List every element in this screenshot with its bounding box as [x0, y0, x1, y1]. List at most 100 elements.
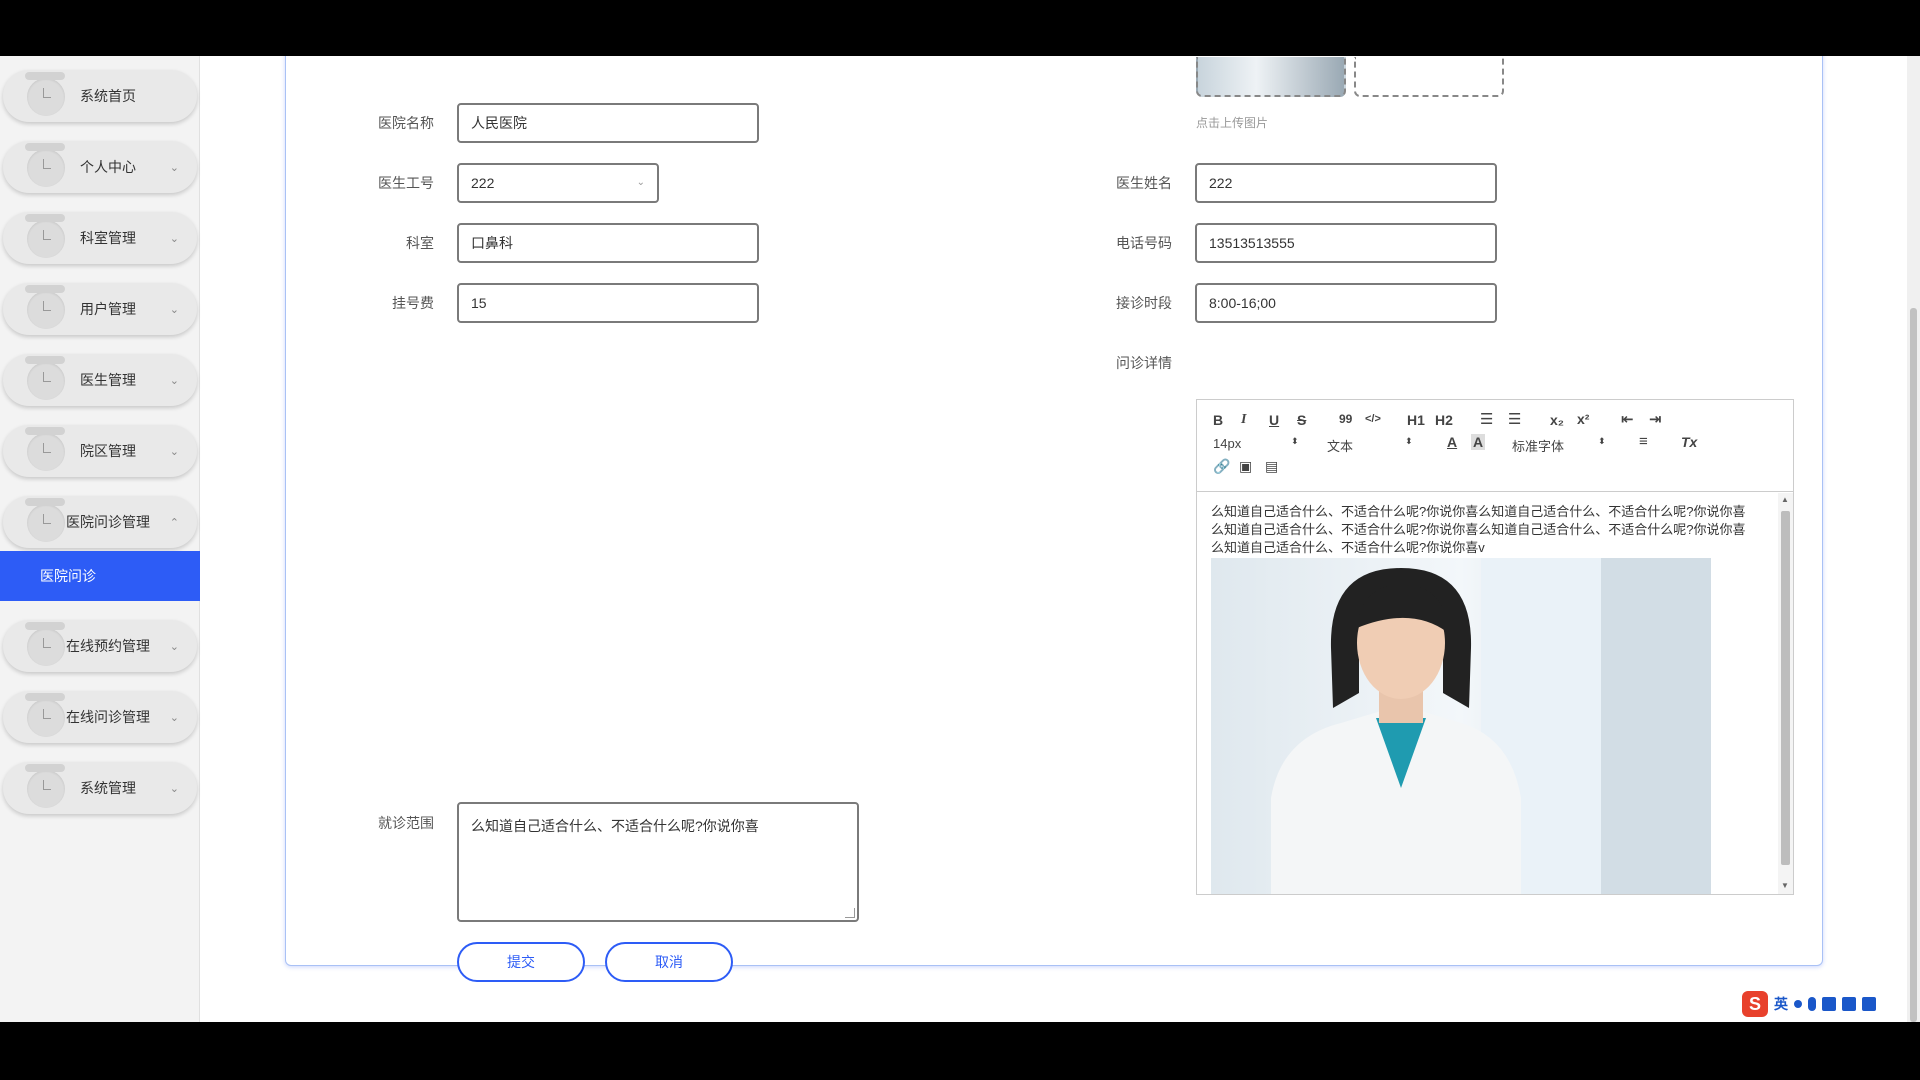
sidebar-item-label: 系统首页	[80, 88, 136, 104]
bullet-list-icon[interactable]: ☰	[1508, 410, 1521, 428]
submit-button[interactable]: 提交	[457, 942, 585, 982]
resize-handle[interactable]	[845, 908, 855, 918]
bold-button[interactable]: B	[1213, 412, 1223, 428]
scroll-up-icon[interactable]: ▲	[1781, 495, 1789, 504]
department-input[interactable]: 口鼻科	[457, 223, 759, 263]
sidebar-item-home[interactable]: 系统首页	[3, 70, 197, 122]
doctor-photo	[1211, 558, 1711, 894]
doctor-photo-illustration	[1211, 558, 1711, 894]
sidebar-item-hospital-consult[interactable]: 医院问诊管理 ⌃	[3, 496, 197, 548]
sidebar-item-label: 系统管理	[80, 780, 136, 796]
select-arrows-icon: ⬍	[1405, 436, 1413, 446]
sogou-ime-icon[interactable]: S	[1742, 991, 1768, 1017]
sidebar-item-label: 医生管理	[80, 372, 136, 388]
page-scrollbar[interactable]	[1907, 56, 1920, 1022]
sidebar-item-system[interactable]: 系统管理 ⌄	[3, 762, 197, 814]
phone-input[interactable]: 13513513555	[1195, 223, 1497, 263]
sidebar-subitem-hospital-consult[interactable]: 医院问诊	[0, 551, 200, 601]
sidebar-item-personal[interactable]: 个人中心 ⌄	[3, 141, 197, 193]
scrollbar-thumb[interactable]	[1781, 511, 1790, 865]
image-icon[interactable]: ▣	[1239, 458, 1252, 475]
ime-language-toggle[interactable]: 英	[1774, 994, 1788, 1014]
skin-icon[interactable]	[1842, 997, 1856, 1011]
ime-toolbar[interactable]: S 英	[1742, 990, 1876, 1018]
microphone-icon[interactable]	[1808, 997, 1816, 1011]
upload-hint[interactable]: 点击上传图片	[1196, 114, 1268, 131]
block-type-select[interactable]: 文本 ⬍	[1327, 436, 1413, 455]
chevron-down-icon: ⌄	[169, 303, 179, 316]
upload-box[interactable]	[1354, 57, 1504, 97]
doctor-id-label: 医生工号	[378, 175, 434, 191]
italic-button[interactable]: I	[1241, 412, 1246, 428]
form-card: 点击上传图片 医院名称 人民医院 医生工号 222 ⌄ 医生姓名 222 科室 …	[285, 56, 1823, 982]
quote-button[interactable]: 99	[1339, 412, 1352, 426]
font-family-select[interactable]: 标准字体 ⬍	[1512, 436, 1606, 455]
app-screen: 系统首页 个人中心 ⌄ 科室管理 ⌄ 用户管理 ⌄ 医生管理 ⌄ 院区管理 ⌄	[0, 56, 1920, 1022]
font-family-value: 标准字体	[1512, 439, 1565, 454]
chevron-down-icon: ⌄	[169, 161, 179, 174]
hospital-name-input[interactable]: 人民医院	[457, 103, 759, 143]
video-icon[interactable]: ▤	[1265, 458, 1278, 475]
select-arrows-icon: ⬍	[1291, 436, 1299, 446]
sidebar: 系统首页 个人中心 ⌄ 科室管理 ⌄ 用户管理 ⌄ 医生管理 ⌄ 院区管理 ⌄	[0, 56, 200, 1022]
toolbox-icon[interactable]	[1862, 997, 1876, 1011]
scope-label: 就诊范围	[378, 815, 434, 831]
editor-scrollbar[interactable]: ▲ ▼	[1778, 493, 1793, 894]
rich-text-editor: B I U S 99 </> H1 H2 ☰ ☰ x₂ x² ⇤ ⇥ 14px …	[1196, 399, 1794, 895]
superscript-button[interactable]: x²	[1577, 411, 1589, 427]
font-color-icon[interactable]: A	[1447, 434, 1457, 450]
doctor-id-select[interactable]: 222 ⌄	[457, 163, 659, 203]
sidebar-item-department[interactable]: 科室管理 ⌄	[3, 212, 197, 264]
chevron-down-icon: ⌄	[169, 711, 179, 724]
h2-button[interactable]: H2	[1435, 412, 1453, 428]
hospital-name-label: 医院名称	[378, 115, 434, 131]
doctor-id-value: 222	[471, 175, 495, 191]
sidebar-item-label: 院区管理	[80, 443, 136, 459]
chevron-down-icon: ⌄	[636, 177, 645, 188]
uploaded-image-thumbnail[interactable]	[1196, 57, 1346, 97]
background-color-icon[interactable]: A	[1471, 434, 1486, 450]
scrollbar-thumb[interactable]	[1910, 308, 1917, 1022]
editor-text: 么知道自己适合什么、不适合什么呢?你说你喜么知道自己适合什么、不适合什么呢?你说…	[1211, 504, 1746, 555]
punctuation-icon[interactable]	[1794, 1000, 1802, 1008]
strike-button[interactable]: S	[1297, 412, 1306, 428]
indent-icon[interactable]: ⇥	[1649, 410, 1662, 428]
keyboard-icon[interactable]	[1822, 997, 1836, 1011]
align-icon[interactable]: ≡	[1639, 433, 1648, 450]
hours-input[interactable]: 8:00-16;00	[1195, 283, 1497, 323]
details-label: 问诊详情	[1116, 355, 1172, 371]
sidebar-item-online-booking[interactable]: 在线预约管理 ⌄	[3, 620, 197, 672]
doctor-name-label: 医生姓名	[1116, 175, 1172, 191]
clear-format-button[interactable]: Tx	[1681, 434, 1697, 450]
font-size-select[interactable]: 14px ⬍	[1213, 436, 1299, 451]
underline-button[interactable]: U	[1269, 412, 1279, 428]
phone-label: 电话号码	[1116, 235, 1172, 251]
h1-button[interactable]: H1	[1407, 412, 1425, 428]
doctor-name-input[interactable]: 222	[1195, 163, 1497, 203]
hours-label: 接诊时段	[1116, 295, 1172, 311]
subscript-button[interactable]: x₂	[1550, 412, 1564, 428]
sidebar-item-label: 个人中心	[80, 159, 136, 175]
link-icon[interactable]: 🔗	[1213, 458, 1230, 475]
block-type-value: 文本	[1327, 439, 1354, 454]
scope-textarea[interactable]: 么知道自己适合什么、不适合什么呢?你说你喜	[457, 802, 859, 922]
scope-text: 么知道自己适合什么、不适合什么呢?你说你喜	[471, 818, 759, 834]
chevron-down-icon: ⌄	[169, 640, 179, 653]
cancel-button[interactable]: 取消	[605, 942, 733, 982]
code-button[interactable]: </>	[1365, 413, 1381, 425]
outdent-icon[interactable]: ⇤	[1621, 410, 1634, 428]
fee-input[interactable]: 15	[457, 283, 759, 323]
sidebar-item-campus[interactable]: 院区管理 ⌄	[3, 425, 197, 477]
sidebar-item-users[interactable]: 用户管理 ⌄	[3, 283, 197, 335]
sidebar-item-label: 在线预约管理	[66, 638, 150, 654]
scroll-down-icon[interactable]: ▼	[1781, 881, 1789, 890]
sidebar-item-online-consult[interactable]: 在线问诊管理 ⌄	[3, 691, 197, 743]
sidebar-item-label: 在线问诊管理	[66, 709, 150, 725]
font-size-value: 14px	[1213, 436, 1242, 451]
sidebar-item-doctors[interactable]: 医生管理 ⌄	[3, 354, 197, 406]
editor-content[interactable]: 么知道自己适合什么、不适合什么呢?你说你喜么知道自己适合什么、不适合什么呢?你说…	[1197, 493, 1777, 894]
chevron-down-icon: ⌄	[169, 782, 179, 795]
ordered-list-icon[interactable]: ☰	[1480, 410, 1493, 428]
sidebar-item-label: 科室管理	[80, 230, 136, 246]
select-arrows-icon: ⬍	[1598, 436, 1606, 446]
